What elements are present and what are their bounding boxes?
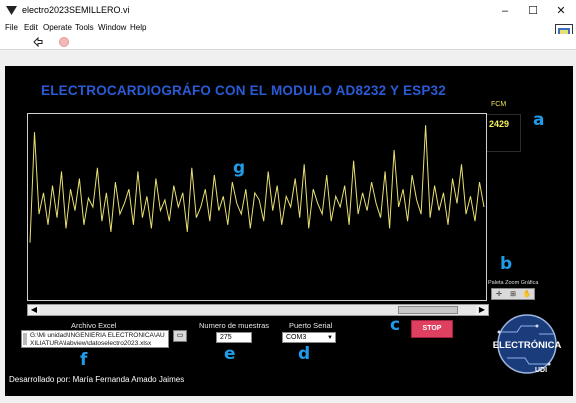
menu-operate[interactable]: Operate bbox=[43, 22, 72, 34]
fcm-label: FCM bbox=[491, 101, 507, 108]
serial-port-select[interactable]: COM3 ▼ bbox=[282, 332, 336, 343]
ecg-series-line bbox=[29, 125, 485, 243]
minimize-button[interactable]: – bbox=[494, 3, 516, 19]
callout-g: g bbox=[233, 158, 246, 178]
abort-icon[interactable] bbox=[59, 37, 69, 47]
chevron-down-icon: ▼ bbox=[327, 335, 333, 341]
menu-file[interactable]: File bbox=[5, 22, 18, 34]
zoom-palette-label: Paleta Zoom Gráfica bbox=[488, 280, 539, 286]
browse-folder-button[interactable]: ▭ bbox=[173, 330, 187, 342]
maximize-button[interactable]: ☐ bbox=[522, 3, 544, 19]
pan-hand-icon[interactable]: ✋ bbox=[521, 290, 533, 299]
run-arrow-icon[interactable] bbox=[33, 37, 43, 47]
window-title: electro2023SEMILLERO.vi bbox=[22, 5, 130, 15]
ecg-waveform-graph[interactable] bbox=[27, 113, 487, 301]
menu-help[interactable]: Help bbox=[130, 22, 146, 34]
menu-tools[interactable]: Tools bbox=[75, 22, 94, 34]
excel-file-label: Archivo Excel bbox=[71, 321, 117, 330]
callout-b: b bbox=[500, 254, 513, 274]
electronica-udi-logo: ELECTRÓNICA UDI bbox=[493, 314, 562, 374]
front-panel: ELECTROCARDIOGRÁFO CON EL MODULO AD8232 … bbox=[5, 66, 573, 396]
zoom-icon[interactable]: ⊞ bbox=[507, 290, 519, 299]
title-bar: electro2023SEMILLERO.vi – ☐ ✕ bbox=[0, 0, 576, 22]
path-type-icon bbox=[23, 333, 27, 345]
graph-scrollbar[interactable]: ◀ ▶ bbox=[27, 304, 489, 316]
cursor-move-icon[interactable]: ✛ bbox=[493, 290, 505, 299]
scroll-left-arrow[interactable]: ◀ bbox=[28, 305, 40, 315]
graph-zoom-palette: ✛ ⊞ ✋ bbox=[491, 288, 535, 300]
excel-path-value: G:\Mi unidad\INGENIERIA ELECTRONICA\AUXI… bbox=[30, 332, 165, 347]
excel-path-field[interactable]: G:\Mi unidad\INGENIERIA ELECTRONICA\AUXI… bbox=[21, 330, 169, 348]
stop-button[interactable]: STOP bbox=[411, 320, 453, 338]
callout-c: c bbox=[390, 315, 401, 335]
fcm-indicator: 2429 bbox=[483, 114, 521, 152]
menu-window[interactable]: Window bbox=[98, 22, 126, 34]
logo-subtitle: UDI bbox=[535, 367, 547, 374]
callout-d: d bbox=[298, 344, 311, 364]
author-footer: Desarrollado por: María Fernanda Amado J… bbox=[9, 375, 185, 384]
labview-icon bbox=[6, 6, 17, 15]
serial-port-label: Puerto Serial bbox=[289, 321, 333, 330]
folder-icon: ▭ bbox=[176, 332, 184, 339]
serial-port-value: COM3 bbox=[286, 334, 307, 341]
callout-f: f bbox=[80, 350, 88, 370]
menu-bar: File Edit Operate Tools Window Help bbox=[0, 22, 576, 34]
callout-a: a bbox=[533, 110, 545, 130]
menu-edit[interactable]: Edit bbox=[24, 22, 38, 34]
fcm-value: 2429 bbox=[489, 119, 510, 129]
close-button[interactable]: ✕ bbox=[550, 3, 572, 19]
ecg-trace-canvas bbox=[29, 125, 485, 243]
samples-input[interactable]: 275 bbox=[216, 332, 252, 343]
callout-e: e bbox=[224, 344, 236, 364]
samples-label: Numero de muestras bbox=[199, 321, 270, 330]
toolbar bbox=[0, 34, 576, 50]
logo-title: ELECTRÓNICA bbox=[493, 339, 562, 351]
panel-title: ELECTROCARDIOGRÁFO CON EL MODULO AD8232 … bbox=[41, 83, 446, 98]
scroll-thumb[interactable] bbox=[398, 306, 458, 314]
labview-window: electro2023SEMILLERO.vi – ☐ ✕ File Edit … bbox=[0, 0, 576, 403]
